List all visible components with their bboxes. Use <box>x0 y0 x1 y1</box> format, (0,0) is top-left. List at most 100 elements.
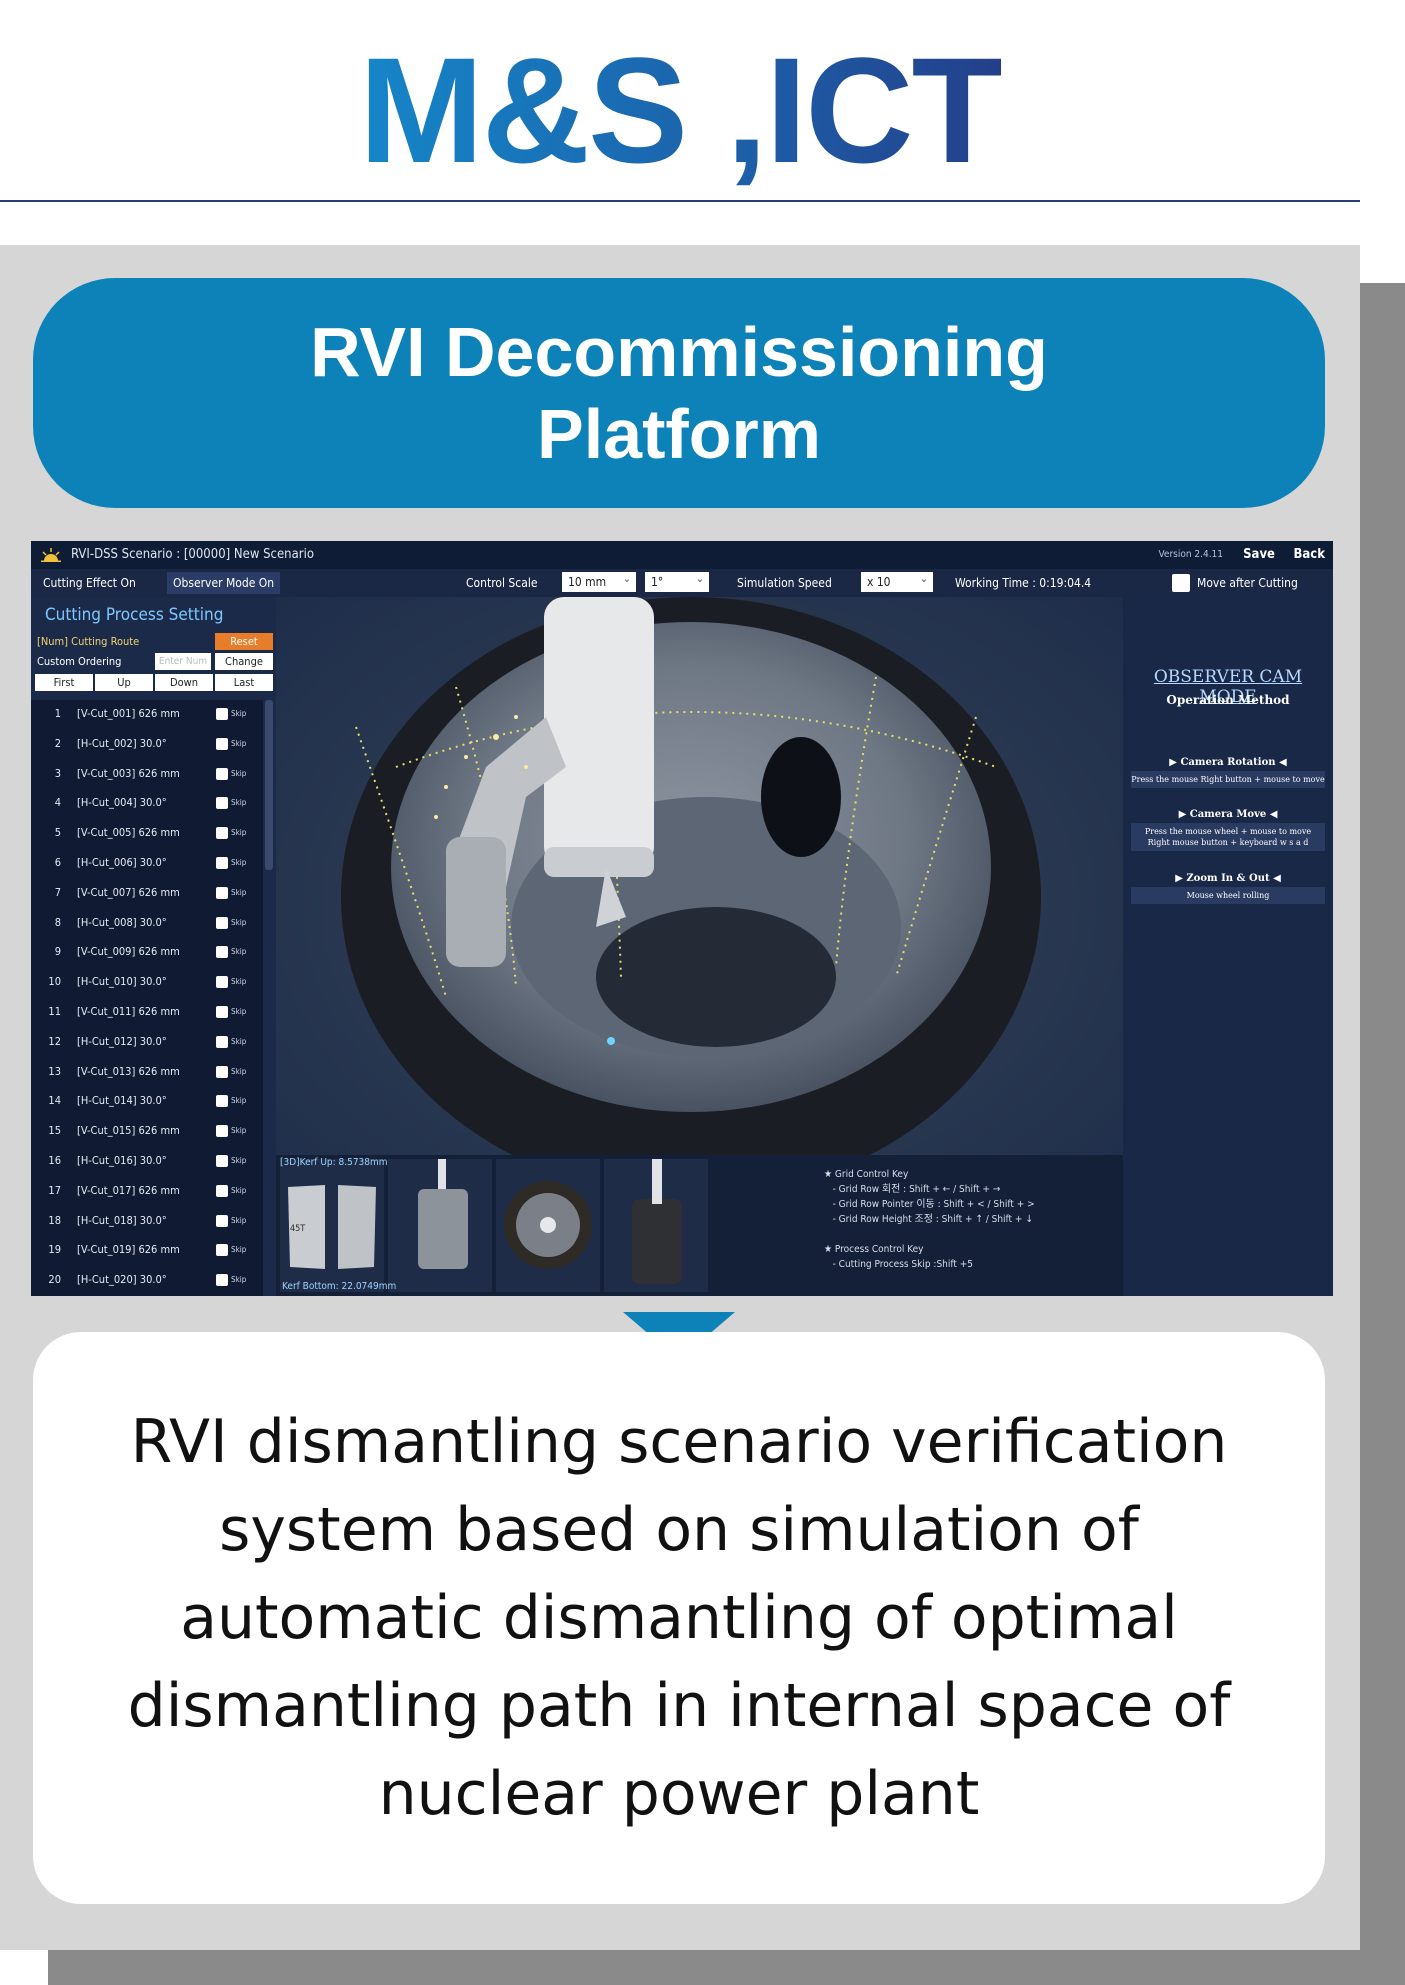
kerf-thumbnail[interactable]: 45T <box>280 1159 384 1292</box>
cutting-route-list: 1 [V-Cut_001] 626 mm Skip 2 [H-Cut_002] 30.0… <box>31 700 263 1296</box>
list-item[interactable]: 8 [H-Cut_008] 30.0° Skip <box>31 909 263 938</box>
list-item[interactable]: 4 [H-Cut_004] 30.0° Skip <box>31 789 263 818</box>
last-button[interactable]: Last <box>215 674 273 691</box>
skip-checkbox[interactable] <box>216 976 228 989</box>
banner-line-2: Platform <box>537 395 821 473</box>
list-item[interactable]: 12 [H-Cut_012] 30.0° Skip <box>31 1028 263 1057</box>
top-view-thumbnail-image <box>504 1181 592 1269</box>
observer-cam-panel: OBSERVER CAM MODE Operation Method ▶ Cam… <box>1123 597 1333 1296</box>
view-thumbnail-3[interactable] <box>496 1159 600 1292</box>
list-item[interactable]: 17 [V-Cut_017] 626 mm Skip <box>31 1177 263 1206</box>
banner-line-1: RVI Decommissioning <box>310 313 1048 391</box>
row-number: 16 <box>48 1154 61 1167</box>
cutting-effect-toggle[interactable]: Cutting Effect On <box>37 572 142 594</box>
list-item[interactable]: 2 [H-Cut_002] 30.0° Skip <box>31 730 263 759</box>
reset-button[interactable]: Reset <box>215 633 273 650</box>
skip-checkbox[interactable] <box>216 767 228 780</box>
back-button[interactable]: Back <box>1293 541 1325 569</box>
skip-checkbox[interactable] <box>216 1155 228 1167</box>
save-button[interactable]: Save <box>1243 541 1275 569</box>
row-number: 10 <box>48 975 61 989</box>
skip-label: Skip <box>231 947 247 957</box>
skip-label: Skip <box>231 858 247 867</box>
list-item[interactable]: 11 [V-Cut_011] 626 mm Skip <box>31 998 263 1027</box>
skip-checkbox[interactable] <box>216 886 228 899</box>
skip-checkbox[interactable] <box>216 737 228 750</box>
list-item[interactable]: 9 [V-Cut_009] 626 mm Skip <box>31 938 263 967</box>
row-cut: [V-Cut_013] 626 mm <box>77 1064 180 1078</box>
operation-method-label: Operation Method <box>1166 693 1290 707</box>
row-cut: [H-Cut_006] 30.0° <box>77 856 167 869</box>
camera-move-desc: Press the mouse wheel + mouse to move Ri… <box>1131 823 1325 851</box>
control-key-info: ★ Grid Control Key - Grid Row 회전 : Shift… <box>824 1169 1035 1270</box>
skip-label: Skip <box>231 977 247 987</box>
list-item[interactable]: 14 [H-Cut_014] 30.0° Skip <box>31 1087 263 1116</box>
row-cut: [H-Cut_008] 30.0° <box>77 915 167 929</box>
bottom-info-panel: 45T [3D]Kerf Up: 8.5738mm Kerf Bottom: 2… <box>276 1155 1123 1296</box>
skip-checkbox[interactable] <box>216 1184 228 1197</box>
row-cut: [V-Cut_009] 626 mm <box>77 945 180 959</box>
skip-checkbox[interactable] <box>216 916 228 929</box>
view-thumbnail-2[interactable] <box>388 1159 492 1292</box>
skip-label: Skip <box>231 768 247 778</box>
skip-label: Skip <box>231 1156 247 1165</box>
row-cut: [V-Cut_019] 626 mm <box>77 1243 180 1257</box>
angle-select[interactable]: 1° <box>645 569 709 592</box>
list-item[interactable]: 16 [H-Cut_016] 30.0° Skip <box>31 1147 263 1176</box>
3d-viewport[interactable] <box>276 597 1123 1155</box>
observer-mode-toggle[interactable]: Observer Mode On <box>167 572 281 594</box>
skip-checkbox[interactable] <box>216 1065 228 1078</box>
list-item[interactable]: 5 [V-Cut_005] 626 mm Skip <box>31 819 263 848</box>
list-scrollbar[interactable] <box>265 700 273 870</box>
skip-checkbox[interactable] <box>216 1244 228 1257</box>
kerf-bottom-readout: Kerf Bottom: 22.0749mm <box>282 1281 397 1292</box>
skip-checkbox[interactable] <box>216 1125 228 1138</box>
camera-rotation-desc: Press the mouse Right button + mouse to … <box>1131 771 1325 788</box>
list-item[interactable]: 15 [V-Cut_015] 626 mm Skip <box>31 1117 263 1146</box>
row-number: 20 <box>48 1273 61 1287</box>
control-scale-select[interactable]: 10 mm <box>562 569 636 592</box>
skip-checkbox[interactable] <box>216 827 228 840</box>
first-button[interactable]: First <box>35 674 93 691</box>
skip-checkbox[interactable] <box>216 946 228 959</box>
view-thumbnail-4[interactable] <box>604 1159 708 1292</box>
simulation-speed-select[interactable]: x 10 <box>861 569 933 592</box>
description-card: RVI dismantling scenario verification sy… <box>33 1332 1325 1904</box>
order-number-input[interactable]: Enter Num <box>155 653 211 670</box>
list-item[interactable]: 7 [V-Cut_007] 626 mm Skip <box>31 879 263 908</box>
list-item[interactable]: 3 [V-Cut_003] 626 mm Skip <box>31 760 263 789</box>
up-button[interactable]: Up <box>95 674 153 691</box>
list-item[interactable]: 1 [V-Cut_001] 626 mm Skip <box>31 700 263 729</box>
list-item[interactable]: 6 [H-Cut_006] 30.0° Skip <box>31 849 263 878</box>
change-button[interactable]: Change <box>215 653 273 670</box>
list-item[interactable]: 13 [V-Cut_013] 626 mm Skip <box>31 1058 263 1087</box>
version-label: Version 2.4.11 <box>1158 549 1223 560</box>
skip-checkbox[interactable] <box>216 1006 228 1018</box>
skip-checkbox[interactable] <box>216 1095 228 1108</box>
list-item[interactable]: 10 [H-Cut_010] 30.0° Skip <box>31 968 263 997</box>
skip-checkbox[interactable] <box>216 857 228 869</box>
row-cut: [V-Cut_001] 626 mm <box>77 707 180 720</box>
cutting-process-panel: Cutting Process Setting [Num] Cutting Ro… <box>31 597 276 1296</box>
zoom-desc: Mouse wheel rolling <box>1131 887 1325 904</box>
row-number: 19 <box>48 1243 61 1257</box>
move-after-cutting-checkbox[interactable] <box>1172 574 1190 592</box>
list-item[interactable]: 20 [H-Cut_020] 30.0° Skip <box>31 1266 263 1295</box>
list-item[interactable]: 19 [V-Cut_019] 626 mm Skip <box>31 1236 263 1265</box>
skip-checkbox[interactable] <box>216 1274 228 1287</box>
move-after-cutting-label: Move after Cutting <box>1197 576 1298 590</box>
camera-move-desc-line-1: Press the mouse wheel + mouse to move <box>1144 827 1312 836</box>
row-number: 12 <box>48 1034 61 1048</box>
list-item[interactable]: 18 [H-Cut_018] 30.0° Skip <box>31 1207 263 1236</box>
down-button[interactable]: Down <box>155 674 213 691</box>
simulation-speed-label: Simulation Speed <box>737 576 832 590</box>
skip-checkbox[interactable] <box>216 708 228 720</box>
skip-checkbox[interactable] <box>216 797 228 810</box>
camera-move-desc-line-2: Right mouse button + keyboard w s a d <box>1147 838 1309 847</box>
cutting-route-label: [Num] Cutting Route <box>37 635 140 648</box>
row-cut: [H-Cut_020] 30.0° <box>77 1273 167 1287</box>
row-cut: [H-Cut_016] 30.0° <box>77 1154 167 1167</box>
skip-checkbox[interactable] <box>216 1214 228 1227</box>
row-cut: [V-Cut_015] 626 mm <box>77 1124 180 1138</box>
skip-checkbox[interactable] <box>216 1035 228 1048</box>
